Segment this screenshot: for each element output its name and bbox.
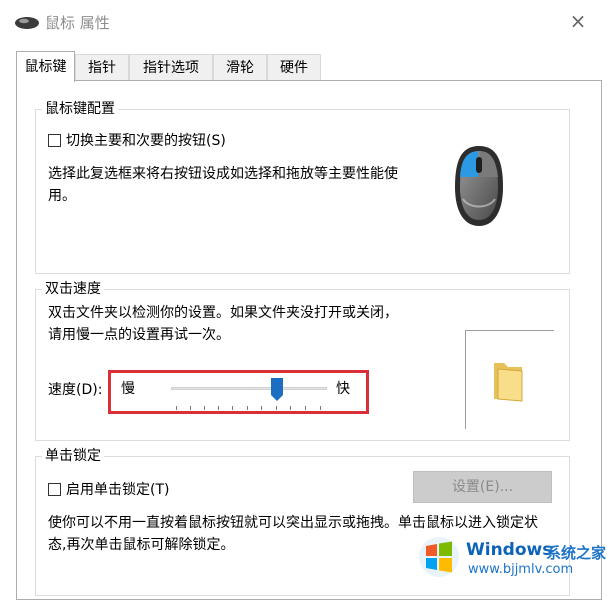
slider-tick [276,406,277,410]
mouse-app-icon [15,17,39,29]
close-icon: × [569,9,587,33]
slider-tick [232,406,233,410]
switch-buttons-label: 切换主要和次要的按钮(S) [66,133,226,149]
window-title: 鼠标 属性 [45,14,110,32]
tab-buttons[interactable]: 鼠标键 [16,51,75,82]
group-title: 单击锁定 [42,446,104,466]
folder-icon[interactable] [490,359,526,403]
windows-logo-icon [419,537,459,577]
button-config-description: 选择此复选框来将右按钮设成如选择和拖放等主要性能使用。 [48,166,398,204]
double-click-description: 双击文件夹以检测你的设置。如果文件夹没打开或关闭，请用慢一点的设置再试一次。 [48,305,398,343]
tab-hardware[interactable]: 硬件 [267,54,321,80]
slider-tick [305,406,306,410]
click-lock-checkbox[interactable] [48,483,61,496]
slider-tick [204,406,205,410]
test-folder-area[interactable] [465,330,554,429]
mouse-icon [455,146,503,226]
slider-tick [190,406,191,410]
title-bar: 鼠标 属性 × [0,0,607,44]
tab-pointers[interactable]: 指针 [75,54,129,80]
fast-label: 快 [336,381,350,397]
slider-tick [290,406,291,410]
slider-tick [320,406,321,410]
close-button[interactable]: × [565,8,591,34]
watermark-url: www.bjjmlv.com [468,562,574,577]
slider-tick [247,406,248,410]
click-lock-label: 启用单击锁定(T) [66,482,170,498]
slow-label: 慢 [121,381,135,397]
speed-slider-track[interactable] [171,387,327,390]
click-lock-description: 使你可以不用一直按着鼠标按钮就可以突出显示或拖拽。单击鼠标以进入锁定状态,再次单… [48,515,538,553]
slider-tick [176,406,177,410]
click-lock-settings-button[interactable]: 设置(E)... [413,471,552,503]
slider-tick [218,406,219,410]
group-title: 鼠标键配置 [42,99,118,119]
speed-slider-highlight [108,370,369,414]
watermark-site-name: 系统之家 [546,544,607,562]
watermark-brand: Windows [466,540,553,560]
group-title: 双击速度 [42,279,104,299]
slider-tick [261,406,262,410]
tab-wheel[interactable]: 滑轮 [213,54,267,80]
switch-buttons-checkbox[interactable] [48,134,61,147]
tab-pointer-options[interactable]: 指针选项 [129,54,213,80]
speed-slider-thumb[interactable] [271,378,283,402]
speed-label: 速度(D): [48,382,103,398]
